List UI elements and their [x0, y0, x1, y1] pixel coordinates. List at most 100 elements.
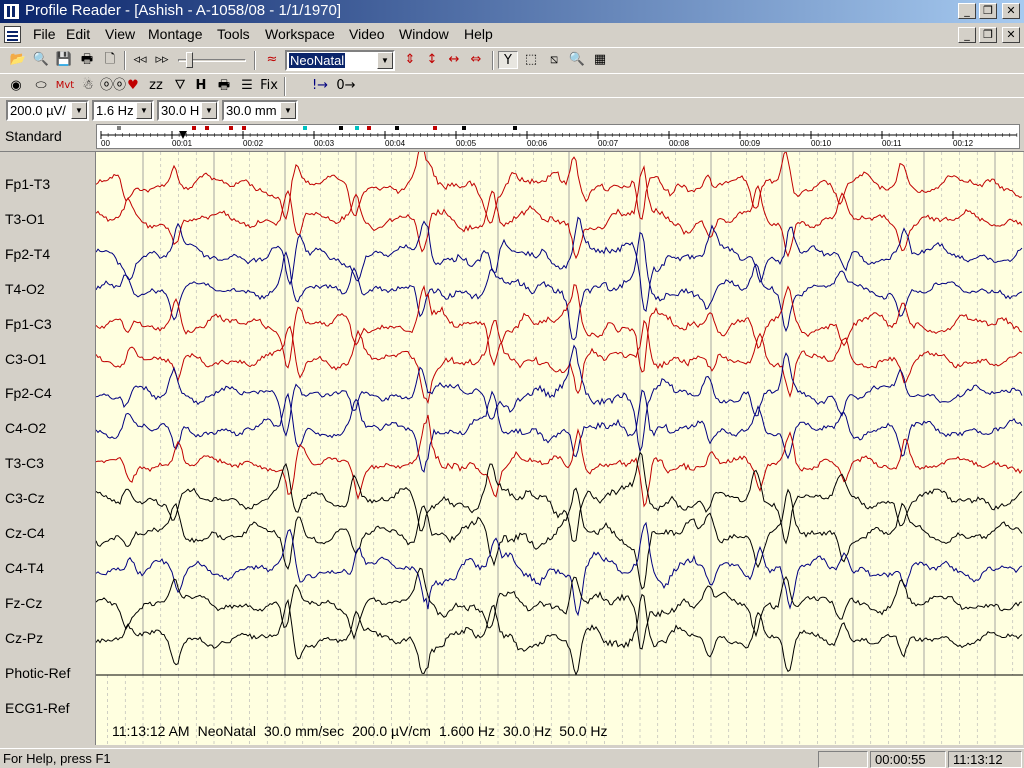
close-button[interactable]: ✕	[1002, 3, 1020, 19]
ruler-tick-label: 00:12	[953, 139, 974, 148]
open-icon[interactable]: 📂	[8, 51, 28, 69]
compress-time-icon[interactable]: ↔	[444, 51, 464, 69]
channel-label-c4-o2[interactable]: C4-O2	[5, 420, 46, 436]
print-icon[interactable]: 🖶	[77, 51, 97, 69]
window-title: Profile Reader - [Ashish - A-1058/08 - 1…	[25, 2, 342, 19]
montage-select[interactable]: NeoNatal ▼	[285, 50, 395, 71]
select-rectangle-icon[interactable]: ⬚	[521, 51, 541, 69]
channel-label-fp2-c4[interactable]: Fp2-C4	[5, 385, 52, 401]
sensitivity-select[interactable]: 200.0 µV/ ▼	[6, 100, 89, 121]
chevron-down-icon[interactable]: ▼	[71, 102, 87, 119]
chevron-down-icon[interactable]: ▼	[201, 102, 217, 119]
heart-icon[interactable]: ♥	[123, 77, 143, 95]
ruler-svg: 00 00:01 00:02 00:03 00:04 00:05 00:06 00:07 00:…	[100, 126, 1018, 148]
channel-label-photic-ref[interactable]: Photic-Ref	[5, 665, 70, 681]
printer-icon[interactable]: 🖶	[214, 77, 234, 95]
menu-tools[interactable]: Tools	[217, 26, 250, 42]
expand-time-icon[interactable]: ⇔	[466, 51, 486, 69]
menu-edit[interactable]: Edit	[66, 26, 90, 42]
print-preview-icon[interactable]: 🗋	[100, 51, 120, 69]
low-filter-select[interactable]: 1.6 Hz ▼	[92, 100, 154, 121]
save-icon[interactable]: 💾	[54, 51, 74, 69]
channel-label-t3-c3[interactable]: T3-C3	[5, 455, 44, 471]
ruler-tick-label: 00:11	[882, 139, 902, 148]
movement-icon[interactable]: Mvt	[55, 77, 75, 95]
list-icon[interactable]: ☰	[237, 77, 257, 95]
event-marker	[367, 126, 371, 130]
chevron-down-icon[interactable]: ▼	[280, 102, 296, 119]
app-icon[interactable]	[3, 3, 20, 20]
channel-label-t4-o2[interactable]: T4-O2	[5, 281, 45, 297]
menu-file[interactable]: File	[33, 26, 56, 42]
decrease-gain-icon[interactable]: ↕	[422, 51, 442, 69]
channel-label-fz-cz[interactable]: Fz-Cz	[5, 595, 42, 611]
rewind-icon[interactable]: ◃◃	[130, 51, 150, 69]
paper-speed-select[interactable]: 30.0 mm ▼	[222, 100, 298, 121]
recording-info: 11:13:12 AM NeoNatal 30.0 mm/sec 200.0 µV/c…	[112, 723, 616, 739]
high-filter-select[interactable]: 30.0 H ▼	[157, 100, 219, 121]
channel-label-fp1-t3[interactable]: Fp1-T3	[5, 176, 50, 192]
ruler-tick-label: 00:08	[669, 139, 690, 148]
restore-button[interactable]: ❐	[979, 3, 997, 19]
eyes-icon[interactable]: ⓞⓞ	[100, 77, 126, 95]
menu-montage[interactable]: Montage	[148, 26, 202, 42]
eeg-trace-cz-pz	[96, 593, 1023, 676]
eeg-trace-area[interactable]: 11:13:12 AM NeoNatal 30.0 mm/sec 200.0 µV/c…	[96, 152, 1023, 745]
jump-next-icon[interactable]: !→	[310, 77, 330, 95]
doc-minimize-button[interactable]: _	[958, 27, 976, 43]
fix-button[interactable]: Fix	[259, 77, 279, 95]
zoom-icon[interactable]: 🔍	[567, 51, 587, 69]
ruler-row: Standard 00 00:01 00:02 00:03 00:04 00:05 00:0…	[0, 122, 1024, 152]
minimize-button[interactable]: _	[958, 3, 976, 19]
channel-label-c3-o1[interactable]: C3-O1	[5, 351, 46, 367]
menu-help[interactable]: Help	[464, 26, 493, 42]
info-time: 11:13:12 AM	[112, 723, 190, 739]
doc-close-button[interactable]: ✕	[1002, 27, 1020, 43]
timeline-ruler[interactable]: 00 00:01 00:02 00:03 00:04 00:05 00:06 00:07 00:…	[96, 124, 1020, 149]
document-icon[interactable]	[4, 26, 21, 43]
fast-forward-icon[interactable]: ▹▹	[152, 51, 172, 69]
menu-workspace[interactable]: Workspace	[265, 26, 335, 42]
montage-name: Standard	[5, 128, 62, 144]
ruler-tick-label: 00:09	[740, 139, 761, 148]
status-cell-empty	[818, 751, 868, 768]
sleep-icon[interactable]: zz	[146, 77, 166, 95]
annotation-toolbar: ◉ ⬭ Mvt ☃ ⓞⓞ ♥ zz 🜄 H 🖶 ☰ Fix !→ 0→	[0, 73, 1024, 97]
color-palette-icon[interactable]: ▦	[590, 51, 610, 69]
channel-label-cz-pz[interactable]: Cz-Pz	[5, 630, 43, 646]
chevron-down-icon[interactable]: ▼	[377, 52, 393, 69]
channel-label-t3-o1[interactable]: T3-O1	[5, 211, 45, 227]
find-patient-icon[interactable]: 🔍	[31, 51, 51, 69]
doc-restore-button[interactable]: ❐	[979, 27, 997, 43]
channel-label-fp1-c3[interactable]: Fp1-C3	[5, 316, 52, 332]
channel-label-ecg1-ref[interactable]: ECG1-Ref	[5, 700, 70, 716]
chevron-down-icon[interactable]: ▼	[136, 102, 152, 119]
waveform-icon[interactable]: ≈	[262, 51, 282, 69]
measure-icon[interactable]: ⧅	[544, 51, 564, 69]
menu-view[interactable]: View	[105, 26, 135, 42]
ruler-tick-label: 00	[101, 139, 110, 148]
info-notch: 50.0 Hz	[559, 723, 608, 739]
menu-video[interactable]: Video	[349, 26, 385, 42]
jump-forward-icon[interactable]: 0→	[336, 77, 356, 95]
channel-label-cz-c4[interactable]: Cz-C4	[5, 525, 45, 541]
channel-label-c3-cz[interactable]: C3-Cz	[5, 490, 45, 506]
eeg-trace-c3-o1	[96, 319, 1023, 405]
event-marker	[242, 126, 246, 130]
h-button[interactable]: H	[191, 77, 211, 95]
ellipse-icon[interactable]: ⬭	[31, 77, 51, 95]
channel-label-fp2-t4[interactable]: Fp2-T4	[5, 246, 50, 262]
bottle-icon[interactable]: 🜄	[170, 77, 190, 95]
person-icon[interactable]: ☃	[78, 77, 98, 95]
ruler-tick-label: 00:10	[811, 139, 832, 148]
increase-gain-icon[interactable]: ⇕	[400, 51, 420, 69]
event-marker	[339, 126, 343, 130]
sensitivity-value: 200.0 µV/	[10, 103, 66, 118]
slider-thumb[interactable]	[186, 52, 193, 68]
cursor-icon[interactable]: Y	[498, 51, 518, 69]
event-marker	[205, 126, 209, 130]
channel-label-c4-t4[interactable]: C4-T4	[5, 560, 44, 576]
eye-icon[interactable]: ◉	[6, 77, 26, 95]
menu-window[interactable]: Window	[399, 26, 449, 42]
event-marker	[433, 126, 437, 130]
